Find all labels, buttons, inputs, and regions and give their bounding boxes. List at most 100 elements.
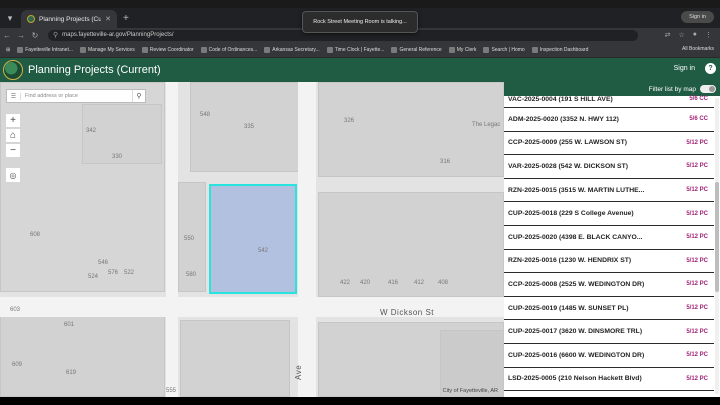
profile-icon[interactable]: ● [693, 31, 697, 39]
project-row[interactable]: CUP-2025-0020 (4398 E. BLACK CANYO... 5/… [504, 226, 714, 250]
project-row[interactable]: RZN-2025-0016 (1230 W. HENDRIX ST) 5/12 … [504, 250, 714, 274]
project-date: 5/6 CC [689, 96, 708, 102]
search-input[interactable]: Find address or place [21, 93, 132, 99]
search-source-dropdown[interactable]: ☰ [7, 92, 21, 100]
all-bookmarks-button[interactable]: All Bookmarks [682, 46, 714, 52]
filter-toggle[interactable] [700, 85, 716, 93]
translate-icon[interactable]: ⇄ [665, 31, 671, 39]
project-row[interactable]: RZN-2025-0015 (3515 W. MARTIN LUTHE... 5… [504, 179, 714, 203]
address-number: 619 [66, 370, 77, 376]
map-block [180, 320, 290, 397]
map-view[interactable]: 548 335 326 342 330 316 608 550 542 524 … [0, 82, 504, 397]
reload-icon[interactable]: ↻ [28, 31, 42, 40]
project-name: ADM-2025-0020 (3352 N. HWY 112) [508, 115, 619, 123]
address-bar-icons: ⇄ ☆ ● ⋮ [638, 31, 720, 39]
project-row[interactable]: CCP-2025-0009 (255 W. LAWSON ST) 5/12 PC [504, 132, 714, 156]
site-info-icon[interactable]: ⚲ [53, 31, 58, 39]
help-icon[interactable]: ? [705, 63, 716, 74]
apps-icon[interactable]: ⊞ [6, 47, 10, 53]
address-number: 422 [340, 280, 351, 286]
project-row[interactable]: CUP-2025-0017 (3620 W. DINSMORE TRL) 5/1… [504, 320, 714, 344]
bookmark-item[interactable]: Time Clock | Fayette... [326, 46, 384, 53]
bookmark-icon [531, 46, 538, 53]
project-date: 5/12 PC [686, 305, 708, 312]
project-row[interactable]: VAR-2025-0028 (542 W. DICKSON ST) 5/12 P… [504, 155, 714, 179]
bookmark-item[interactable]: Arkansas Secretary... [264, 46, 320, 53]
close-tab-icon[interactable]: ✕ [105, 15, 111, 23]
address-number: 601 [64, 322, 75, 328]
filter-label: Filter list by map [648, 85, 696, 93]
address-number: 342 [86, 128, 97, 134]
forward-icon[interactable]: → [14, 31, 28, 40]
project-row[interactable]: CCP-2025-0008 (2525 W. WEDINGTON DR) 5/1… [504, 273, 714, 297]
browser-tab[interactable]: Planning Projects (Current) ✕ [21, 10, 117, 28]
zoom-controls: + ⌂ − [6, 114, 20, 157]
map-attribution: City of Fayetteville, AR [442, 388, 498, 394]
bookmark-icon [391, 46, 398, 53]
address-number: 550 [184, 236, 195, 242]
project-row[interactable]: VAC-2025-0004 (191 S HILL AVE) 5/6 CC [504, 96, 714, 108]
star-icon[interactable]: ☆ [678, 31, 684, 39]
project-date: 5/6 CC [689, 116, 708, 123]
map-block [318, 82, 504, 177]
bookmark-icon [141, 46, 148, 53]
browser-signin-button[interactable]: Sign in [681, 11, 714, 23]
bookmark-icon [80, 46, 87, 53]
bookmark-item[interactable]: Manage My Services [80, 46, 135, 53]
zoom-out-button[interactable]: − [6, 144, 20, 157]
list-scrollbar-thumb[interactable] [715, 182, 719, 292]
project-row[interactable]: CUP-2025-0018 (229 S College Avenue) 5/1… [504, 202, 714, 226]
bookmark-item[interactable]: Inspection Dashboard [531, 46, 588, 53]
project-date: 5/12 PC [686, 139, 708, 146]
project-row[interactable]: ADM-2025-0020 (3352 N. HWY 112) 5/6 CC [504, 108, 714, 132]
address-number: 542 [258, 248, 269, 254]
bookmark-icon [448, 46, 455, 53]
address-number: 555 [166, 388, 177, 394]
zoom-in-button[interactable]: + [6, 114, 20, 127]
bookmark-item[interactable]: Code of Ordinances... [200, 46, 257, 53]
project-list: VAC-2025-0004 (191 S HILL AVE) 5/6 CC AD… [504, 96, 714, 392]
bookmark-item[interactable]: Review Coordinator [141, 46, 194, 53]
map-block [440, 330, 504, 397]
project-row[interactable]: LSD-2025-0005 (210 Nelson Hackett Blvd) … [504, 368, 714, 392]
project-name: CUP-2025-0020 (4398 E. BLACK CANYO... [508, 233, 643, 241]
address-number: 603 [10, 307, 21, 313]
bookmark-item[interactable]: General Reference [391, 46, 442, 53]
bookmark-icon [483, 46, 490, 53]
menu-icon[interactable]: ⋮ [705, 31, 712, 39]
address-number: 416 [388, 280, 399, 286]
project-row[interactable]: CUP-2025-0016 (6600 W. WEDINGTON DR) 5/1… [504, 344, 714, 368]
screen: ▾ Planning Projects (Current) ✕ + Sign i… [0, 0, 720, 405]
project-row[interactable]: CUP-2025-0019 (1485 W. SUNSET PL) 5/12 P… [504, 297, 714, 321]
address-number: 546 [98, 260, 109, 266]
meeting-notification[interactable]: Rock Street Meeting Room is talking... [302, 11, 418, 33]
bookmark-item[interactable]: Fayetteville Intranet... [17, 46, 73, 53]
bookmark-item[interactable]: Search | Homo [483, 46, 525, 53]
bookmarks-bar: ⊞ Fayetteville Intranet... Manage My Ser… [0, 42, 720, 58]
app-title: Planning Projects (Current) [28, 64, 161, 76]
back-icon[interactable]: ← [0, 31, 14, 40]
address-number: 522 [124, 270, 135, 276]
home-icon[interactable]: ⌂ [6, 129, 20, 142]
project-name: LSD-2025-0005 (210 Nelson Hackett Blvd) [508, 375, 642, 383]
project-name: CUP-2025-0018 (229 S College Avenue) [508, 210, 634, 218]
project-date: 5/12 PC [686, 281, 708, 288]
city-logo-icon [3, 60, 23, 80]
new-tab-button[interactable]: + [123, 13, 129, 24]
locate-icon[interactable]: ◎ [6, 168, 20, 182]
selected-parcel[interactable] [209, 184, 297, 294]
tab-search-icon[interactable]: ▾ [2, 10, 18, 26]
project-name: CUP-2025-0019 (1485 W. SUNSET PL) [508, 304, 629, 312]
poi-label: The Legac [472, 122, 501, 128]
map-road [298, 82, 316, 397]
address-number: 330 [112, 154, 123, 160]
street-label-ave: Ave [294, 364, 303, 380]
address-number: 316 [440, 159, 451, 165]
signin-link[interactable]: Sign in [674, 65, 695, 72]
address-number: 524 [88, 274, 99, 280]
bookmark-item[interactable]: My Clerk [448, 46, 476, 53]
search-icon[interactable]: ⚲ [132, 90, 145, 102]
bookmark-icon [326, 46, 333, 53]
project-list-panel: Filter list by map VAC-2025-0004 (191 S … [504, 82, 720, 397]
project-name: VAR-2025-0028 (542 W. DICKSON ST) [508, 162, 628, 170]
